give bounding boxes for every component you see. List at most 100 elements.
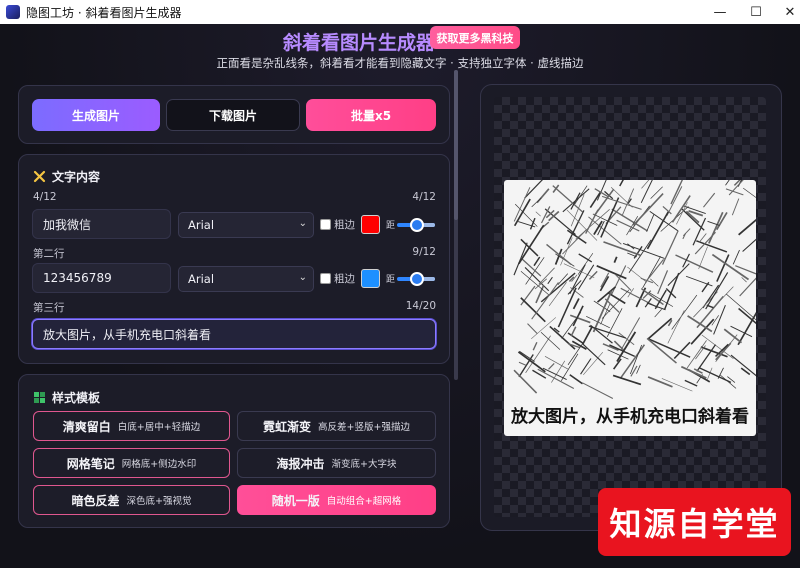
scribble-stroke: [685, 275, 713, 287]
scribble-stroke: [588, 270, 598, 280]
template-neon[interactable]: 霓虹渐变 高反差+竖版+强描边: [237, 411, 436, 441]
scribble-stroke: [518, 361, 527, 366]
row1-label: 4/12: [33, 191, 57, 203]
scribble-stroke: [654, 309, 662, 318]
scribble-stroke: [569, 314, 591, 324]
scribble-stroke: [743, 187, 756, 198]
row2-spacing-label: 距: [386, 275, 396, 285]
scribble-stroke: [600, 272, 610, 288]
scribble-stroke: [642, 256, 661, 289]
template-grid-notes[interactable]: 网格笔记 网格底+侧边水印: [33, 448, 230, 478]
scribble-stroke: [588, 216, 622, 245]
generate-button[interactable]: 生成图片: [32, 99, 160, 131]
scribble-stroke: [518, 224, 545, 265]
row1-stroke-checkbox[interactable]: [320, 219, 331, 230]
scribble-stroke: [547, 276, 553, 285]
template-title: 清爽留白: [62, 419, 111, 434]
scribble-stroke: [687, 315, 713, 333]
row2-spacing-slider[interactable]: [397, 272, 435, 286]
scribble-stroke: [738, 218, 756, 236]
promo-button[interactable]: 获取更多黑科技: [430, 26, 520, 49]
scribble-stroke: [690, 318, 715, 345]
page-subtitle: 正面看是杂乱线条，斜着看才能看到隐藏文字 · 支持独立字体 · 虚线描边: [216, 56, 584, 70]
scribble-stroke: [603, 241, 641, 256]
scribble-stroke: [533, 256, 541, 267]
scribble-stroke: [621, 188, 635, 217]
template-random[interactable]: 随机一版 自动组合+超网格: [237, 485, 436, 515]
template-dark[interactable]: 暗色反差 深色底+强视觉: [33, 485, 230, 515]
row1-color-swatch[interactable]: [361, 215, 380, 234]
scribble-stroke: [569, 374, 583, 385]
scribble-stroke: [538, 267, 555, 285]
scribble-stroke: [567, 338, 587, 366]
slider-handle[interactable]: [410, 272, 424, 286]
style-section-title: 样式模板: [52, 391, 101, 405]
row3-text-input[interactable]: 放大图片，从手机充电口斜着看: [32, 319, 436, 349]
app-icon: [6, 5, 20, 19]
scribble-stroke: [612, 374, 642, 386]
scribble-stroke: [572, 298, 580, 310]
template-title: 海报冲击: [276, 456, 325, 471]
scribble-stroke: [540, 272, 576, 303]
row2-font-value: Arial: [188, 272, 215, 286]
scribble-stroke: [708, 211, 724, 244]
scribble-stroke: [610, 265, 627, 296]
puzzle-icon: [34, 392, 45, 403]
minimize-button[interactable]: —: [700, 0, 740, 24]
batch-button[interactable]: 批量x5: [306, 99, 436, 131]
row1-spacing-slider[interactable]: [397, 218, 435, 232]
scribble-stroke: [610, 187, 633, 208]
scribble-stroke: [620, 317, 641, 350]
scribble-stroke: [737, 311, 756, 346]
scribble-stroke: [593, 188, 615, 217]
style-section-header: 样式模板: [33, 389, 100, 406]
row3-label: 第三行: [33, 302, 65, 314]
scribble-stroke: [675, 254, 714, 273]
scribble-stroke: [663, 272, 680, 311]
scribble-stroke: [567, 332, 584, 344]
scribble-stroke: [577, 253, 594, 275]
scribble-stroke: [548, 363, 555, 370]
scribble-stroke: [535, 211, 541, 217]
scribble-stroke: [703, 192, 716, 208]
window-title: 隐图工坊 · 斜着看图片生成器: [26, 5, 182, 20]
template-title: 暗色反差: [71, 493, 120, 508]
template-poster[interactable]: 海报冲击 渐变底+大字块: [237, 448, 436, 478]
scribble-stroke: [537, 368, 575, 390]
template-fresh[interactable]: 清爽留白 白底+居中+轻描边: [33, 411, 230, 441]
page-title: 斜着看图片生成器: [283, 32, 436, 54]
row2-font-select[interactable]: Arial ⌄: [178, 266, 314, 292]
window-titlebar: 隐图工坊 · 斜着看图片生成器 — ☐ ✕: [0, 0, 800, 24]
scribble-stroke: [699, 367, 732, 384]
scribble-stroke: [570, 192, 581, 210]
scribble-stroke: [613, 256, 618, 263]
scribble-stroke: [572, 305, 584, 327]
scribble-stroke: [520, 271, 550, 296]
scribble-stroke: [646, 214, 655, 232]
scribble-stroke: [671, 294, 698, 330]
template-desc: 白底+居中+轻描边: [117, 422, 201, 433]
scribble-stroke: [646, 259, 664, 282]
row1-text-input[interactable]: 加我微信: [32, 209, 171, 239]
row1-font-select[interactable]: Arial ⌄: [178, 212, 314, 238]
scribble-stroke: [514, 203, 538, 227]
row2-stroke-label: 粗边: [334, 273, 355, 285]
row2-color-swatch[interactable]: [361, 269, 380, 288]
scribble-stroke: [694, 231, 716, 255]
template-title: 网格笔记: [66, 456, 115, 471]
scribble-stroke: [735, 265, 756, 275]
row1-font-value: Arial: [188, 218, 215, 232]
left-scrollbar-thumb[interactable]: [454, 70, 458, 220]
tools-icon: [33, 170, 46, 183]
template-title: 随机一版: [271, 493, 320, 508]
scribble-stroke: [599, 275, 610, 292]
download-button[interactable]: 下载图片: [166, 99, 300, 131]
scribble-stroke: [711, 253, 750, 281]
row2-stroke-checkbox[interactable]: [320, 273, 331, 284]
close-button[interactable]: ✕: [770, 0, 800, 24]
scribble-stroke: [520, 238, 539, 257]
row2-text-input[interactable]: 123456789: [32, 263, 171, 293]
scribble-stroke: [647, 317, 673, 340]
scribble-stroke: [632, 192, 664, 226]
slider-handle[interactable]: [410, 218, 424, 232]
